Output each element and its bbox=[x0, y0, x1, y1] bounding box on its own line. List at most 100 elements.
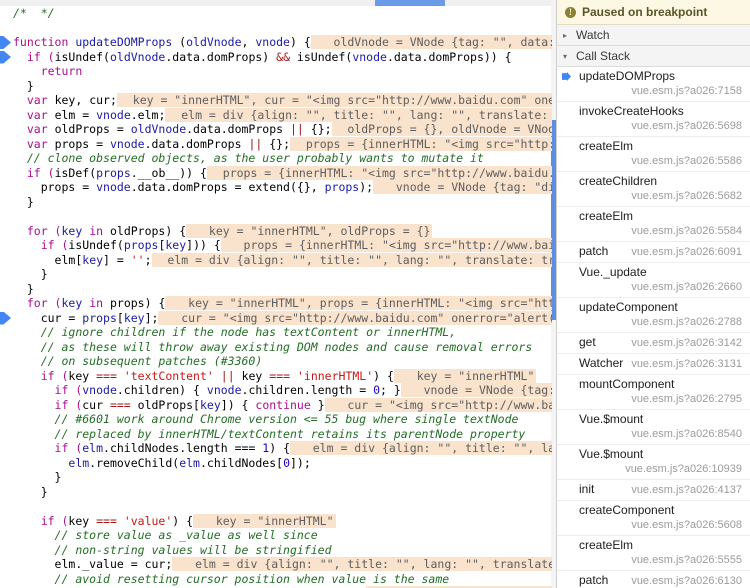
call-stack-frame[interactable]: get vue.esm.js?a026:3142 bbox=[557, 333, 750, 354]
code-line[interactable]: var oldProps = oldVnode.data.domProps ||… bbox=[0, 122, 552, 137]
code-line[interactable]: } bbox=[0, 470, 552, 485]
code-line[interactable]: // as these will throw away existing DOM… bbox=[0, 340, 552, 355]
code-line[interactable]: var elm = vnode.elm; elm = div {align: "… bbox=[0, 107, 552, 123]
code-line[interactable]: // clone observed objects, as the user p… bbox=[0, 151, 552, 166]
breakpoint-marker-icon[interactable] bbox=[0, 50, 11, 64]
call-stack-frame-location[interactable]: vue.esm.js?a026:5698 bbox=[565, 119, 742, 133]
call-stack-frame[interactable]: Vue.$mount vue.esm.js?a026:8540 bbox=[557, 410, 750, 445]
call-stack-frame-location[interactable]: vue.esm.js?a026:2660 bbox=[565, 280, 742, 294]
call-stack-frame-location[interactable]: vue.esm.js?a026:3131 bbox=[629, 357, 742, 371]
call-stack-frame[interactable]: updateDOMProps vue.esm.js?a026:7158 bbox=[557, 67, 750, 102]
call-stack-frame[interactable]: patch vue.esm.js?a026:6130 bbox=[557, 571, 750, 588]
call-stack-frame-location[interactable]: vue.esm.js?a026:3142 bbox=[602, 336, 742, 350]
code-token: } bbox=[26, 281, 34, 296]
code-line[interactable]: } bbox=[0, 485, 552, 500]
call-stack-frame-location[interactable]: vue.esm.js?a026:8540 bbox=[565, 427, 742, 441]
code-line[interactable]: if (key === 'value') { key = "innerHTML" bbox=[0, 513, 552, 529]
code-token: } bbox=[26, 194, 34, 209]
code-token: .data.domProps bbox=[144, 136, 249, 151]
code-line[interactable]: if (isDef(props.__ob__)) { props = {inne… bbox=[0, 165, 552, 181]
call-stack-frame[interactable]: createChildren vue.esm.js?a026:5682 bbox=[557, 172, 750, 207]
call-stack-frame[interactable]: Watcher vue.esm.js?a026:3131 bbox=[557, 354, 750, 375]
code-line-text: // replaced by innerHTML/textContent ret… bbox=[13, 427, 526, 441]
code-line[interactable]: // on subsequent patches (#3360) bbox=[0, 354, 552, 369]
code-line[interactable]: elm._value = cur; elm = div {align: "", … bbox=[0, 557, 552, 572]
code-line[interactable]: if (key === 'textContent' || key === 'in… bbox=[0, 368, 552, 384]
code-line[interactable]: } bbox=[0, 79, 552, 94]
code-line[interactable]: props = vnode.data.domProps = extend({},… bbox=[0, 180, 552, 195]
call-stack-frame[interactable]: init vue.esm.js?a026:4137 bbox=[557, 480, 750, 501]
code-line[interactable]: if (elm.childNodes.length === 1) { elm =… bbox=[0, 441, 552, 456]
call-stack-frame-location[interactable]: vue.esm.js?a026:7158 bbox=[565, 84, 742, 98]
code-line[interactable]: // store value as _value as well since bbox=[0, 528, 552, 543]
code-line[interactable]: for (key in props) { key = "innerHTML", … bbox=[0, 296, 552, 311]
call-stack-frame-location[interactable]: vue.esm.js?a026:6091 bbox=[614, 245, 742, 259]
code-editor[interactable]: /* */ function updateDOMProps (oldVnode, … bbox=[0, 6, 552, 588]
chevron-right-icon[interactable]: ▸ bbox=[563, 31, 571, 40]
code-token: vnode bbox=[109, 136, 145, 151]
code-line[interactable]: if (isUndef(oldVnode.data.domProps) && i… bbox=[0, 50, 552, 65]
code-line[interactable]: // #6601 work around Chrome version <= 5… bbox=[0, 412, 552, 427]
code-token: if ( bbox=[54, 383, 83, 397]
call-stack-frame-location[interactable]: vue.esm.js?a026:5682 bbox=[565, 189, 742, 203]
call-stack-frame-location[interactable]: vue.esm.js?a026:5555 bbox=[565, 553, 742, 567]
call-stack-frame[interactable]: updateComponent vue.esm.js?a026:2788 bbox=[557, 298, 750, 333]
call-stack-frame[interactable]: mountComponent vue.esm.js?a026:2795 bbox=[557, 375, 750, 410]
code-line[interactable] bbox=[0, 499, 552, 514]
call-stack-frame[interactable]: Vue.$mount vue.esm.js?a026:10939 bbox=[557, 445, 750, 480]
call-stack-frame-location[interactable]: vue.esm.js?a026:5608 bbox=[565, 518, 742, 532]
call-stack-frame-location[interactable]: vue.esm.js?a026:2795 bbox=[565, 392, 742, 406]
code-line[interactable]: elm.removeChild(elm.childNodes[0]); bbox=[0, 456, 552, 471]
code-line[interactable]: } bbox=[0, 282, 552, 297]
code-line[interactable]: var key, cur; key = "innerHTML", cur = "… bbox=[0, 93, 552, 108]
call-stack-frame[interactable]: invokeCreateHooks vue.esm.js?a026:5698 bbox=[557, 102, 750, 137]
inline-value-hint: oldVnode = VNode {tag: "", data: {…}, ch… bbox=[310, 35, 552, 49]
call-stack-frame-location[interactable]: vue.esm.js?a026:10939 bbox=[565, 462, 742, 476]
code-line[interactable]: // non-string values will be stringified bbox=[0, 543, 552, 558]
code-line[interactable]: } bbox=[0, 267, 552, 282]
code-line[interactable]: function updateDOMProps (oldVnode, vnode… bbox=[0, 35, 552, 50]
code-token: ) { bbox=[289, 35, 311, 49]
call-stack-frame[interactable]: patch vue.esm.js?a026:6091 bbox=[557, 242, 750, 263]
inline-value-hint: elm = div {align: "", title: "", lang: "… bbox=[172, 557, 552, 571]
code-line[interactable]: if (isUndef(props[key])) { props = {inne… bbox=[0, 238, 552, 253]
code-token: = bbox=[75, 107, 97, 122]
call-stack-frame-location[interactable]: vue.esm.js?a026:5586 bbox=[565, 154, 742, 168]
code-line[interactable]: cur = props[key]; cur = "<img src="http:… bbox=[0, 310, 552, 326]
code-line-text: // #6601 work around Chrome version <= 5… bbox=[13, 412, 519, 426]
call-stack-frame-location[interactable]: vue.esm.js?a026:6130 bbox=[614, 574, 742, 588]
breakpoint-marker-icon[interactable] bbox=[0, 311, 11, 325]
code-line[interactable]: var props = vnode.data.domProps || {}; p… bbox=[0, 136, 552, 152]
breakpoint-marker-icon[interactable] bbox=[0, 36, 11, 49]
code-token: function bbox=[13, 35, 76, 49]
code-line[interactable] bbox=[0, 209, 552, 224]
code-token: ) { bbox=[373, 368, 394, 383]
call-stack-frame-location[interactable]: vue.esm.js?a026:2788 bbox=[565, 315, 742, 329]
code-line[interactable]: // ignore children if the node has textC… bbox=[0, 325, 552, 340]
code-line[interactable]: if (cur === oldProps[key]) { continue } … bbox=[0, 397, 552, 413]
watch-section-header[interactable]: ▸ Watch bbox=[557, 25, 750, 46]
code-line[interactable]: for (key in oldProps) { key = "innerHTML… bbox=[0, 223, 552, 239]
inline-value-hint: key = "innerHTML", oldProps = {} bbox=[186, 223, 433, 238]
call-stack-frame[interactable]: createElm vue.esm.js?a026:5584 bbox=[557, 207, 750, 242]
code-token: 0 bbox=[283, 455, 290, 470]
call-stack-frame-location[interactable]: vue.esm.js?a026:4137 bbox=[600, 483, 742, 497]
code-token: .elm; bbox=[130, 107, 166, 122]
code-token: if ( bbox=[54, 441, 83, 455]
code-line[interactable]: // avoid resetting cursor position when … bbox=[0, 572, 552, 587]
call-stack-section-header[interactable]: ▾ Call Stack bbox=[557, 46, 750, 67]
code-line[interactable] bbox=[0, 21, 552, 36]
call-stack-frame[interactable]: createComponent vue.esm.js?a026:5608 bbox=[557, 501, 750, 536]
code-line[interactable]: elm[key] = ''; elm = div {align: "", tit… bbox=[0, 252, 552, 268]
call-stack-frame-location[interactable]: vue.esm.js?a026:5584 bbox=[565, 224, 742, 238]
code-line[interactable]: if (vnode.children) { vnode.children.len… bbox=[0, 383, 552, 398]
call-stack-frame[interactable]: createElm vue.esm.js?a026:5555 bbox=[557, 536, 750, 571]
chevron-down-icon[interactable]: ▾ bbox=[563, 52, 571, 61]
code-line[interactable]: /* */ bbox=[0, 6, 552, 21]
code-line[interactable]: } bbox=[0, 195, 552, 210]
code-token: // #6601 work around Chrome version <= 5… bbox=[54, 412, 519, 426]
code-line[interactable]: return bbox=[0, 64, 552, 79]
call-stack-frame[interactable]: createElm vue.esm.js?a026:5586 bbox=[557, 137, 750, 172]
code-line[interactable]: // replaced by innerHTML/textContent ret… bbox=[0, 427, 552, 442]
call-stack-frame[interactable]: Vue._update vue.esm.js?a026:2660 bbox=[557, 263, 750, 298]
